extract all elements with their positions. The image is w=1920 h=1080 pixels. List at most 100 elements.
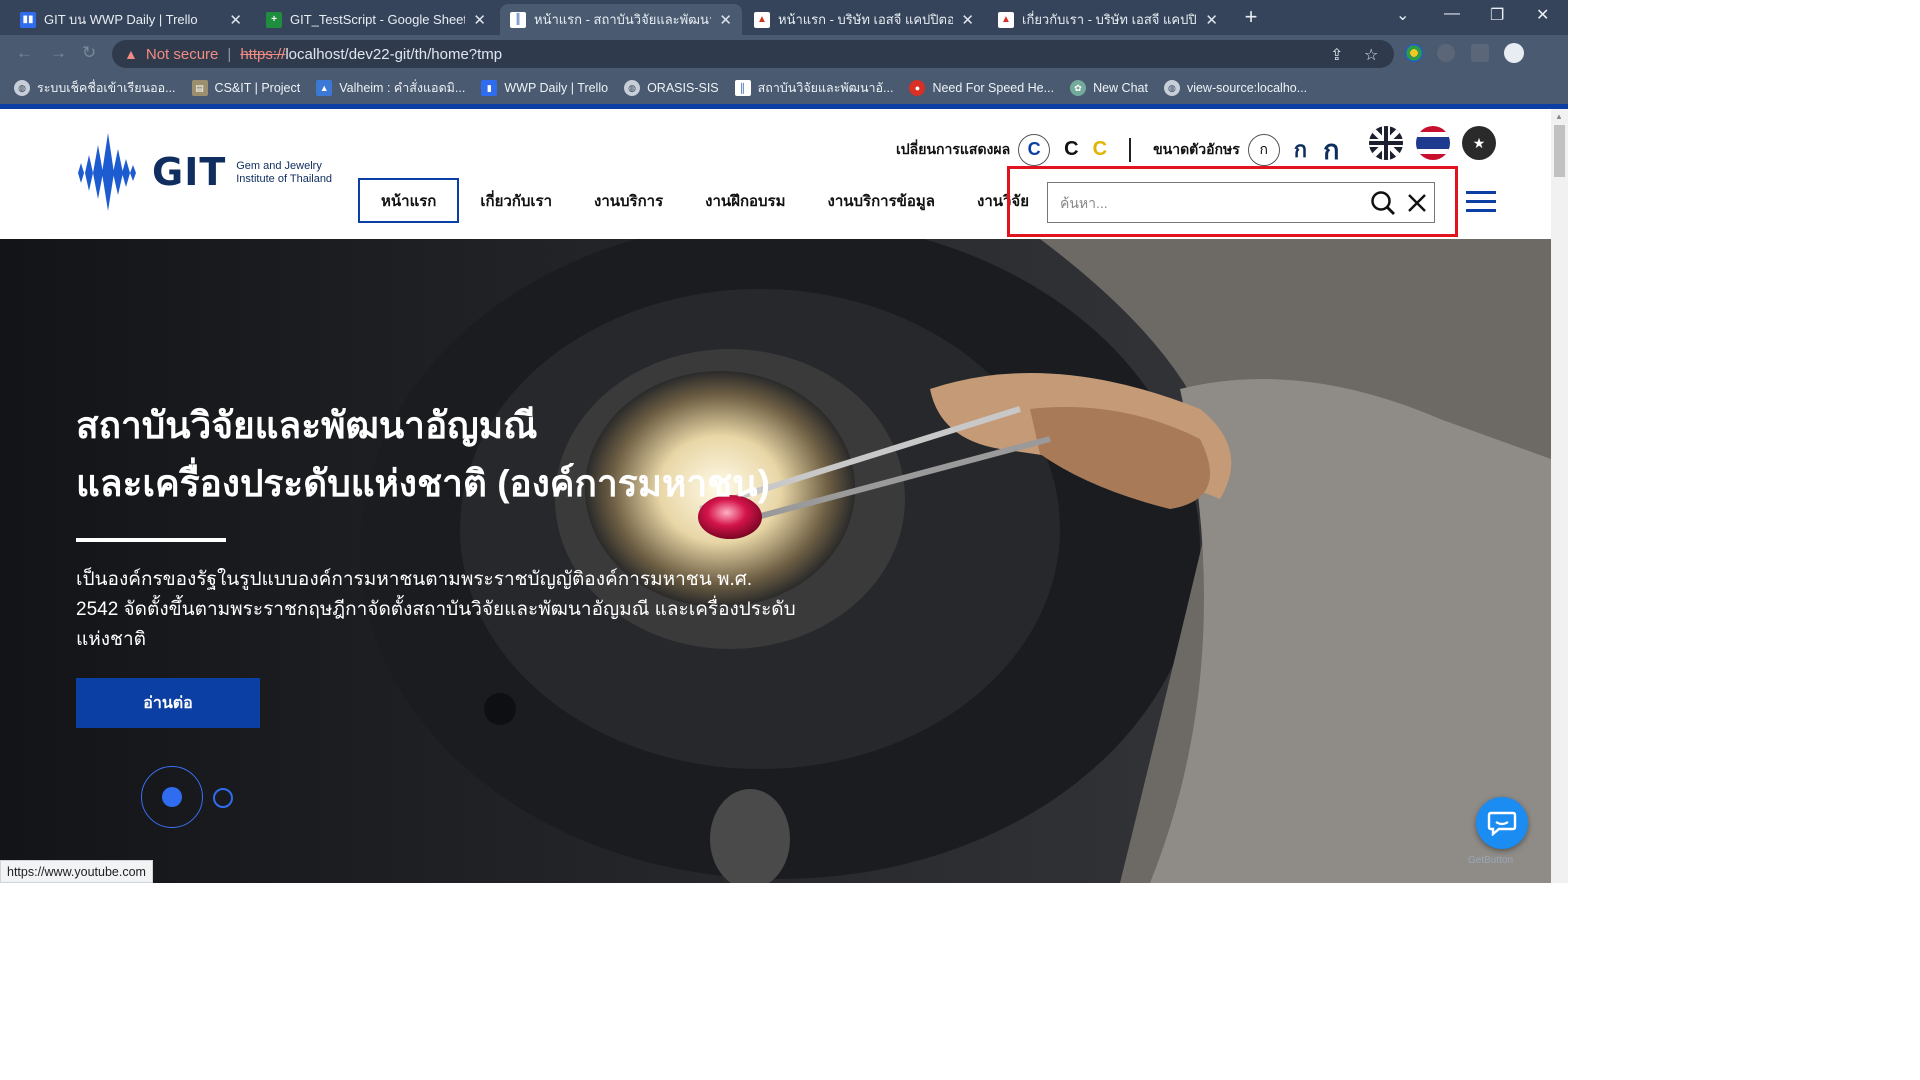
sidepanel-icon[interactable] bbox=[1471, 44, 1489, 62]
font-size-small-button[interactable]: ก bbox=[1247, 133, 1280, 166]
slider-dot-active[interactable] bbox=[141, 766, 203, 828]
bookmark-item[interactable]: ▮ WWP Daily | Trello bbox=[481, 80, 608, 96]
browser-tab-active[interactable]: ║ หน้าแรก - สถาบันวิจัยและพัฒนาอัญมณี ✕ bbox=[500, 4, 742, 35]
tab-search-icon[interactable]: ⌄ bbox=[1396, 5, 1409, 25]
display-mode-label: เปลี่ยนการแสดงผล bbox=[896, 140, 1011, 157]
browser-tab-bar: ▮▮ GIT บน WWP Daily | Trello ✕ + GIT_Tes… bbox=[0, 0, 1568, 35]
nav-training[interactable]: งานฝึกอบรม bbox=[684, 178, 806, 223]
bookmark-item[interactable]: ✿ New Chat bbox=[1070, 80, 1148, 96]
search-input[interactable] bbox=[1048, 194, 1366, 211]
hero-title: สถาบันวิจัยและพัฒนาอัญมณี และเครื่องประด… bbox=[76, 397, 856, 513]
extension-icon[interactable] bbox=[1405, 44, 1423, 62]
nav-home[interactable]: หน้าแรก bbox=[358, 178, 460, 223]
bookmark-item[interactable]: ▲ Valheim : คำสั่งแอดมิ... bbox=[316, 78, 465, 98]
close-tab-icon[interactable]: ✕ bbox=[473, 11, 486, 29]
uk-flag-icon[interactable] bbox=[1369, 126, 1403, 160]
divider: | bbox=[227, 45, 232, 63]
reload-icon[interactable]: ↻ bbox=[82, 43, 96, 63]
nav-info-services[interactable]: งานบริการข้อมูล bbox=[807, 178, 956, 223]
font-size-large-button[interactable]: ก bbox=[1323, 128, 1339, 171]
globe-icon: ◍ bbox=[14, 80, 30, 96]
bookmark-item[interactable]: ▤ CS&IT | Project bbox=[191, 80, 301, 96]
restore-button[interactable]: ❐ bbox=[1490, 5, 1504, 25]
getbutton-credit[interactable]: GetButton bbox=[1468, 855, 1513, 866]
profile-avatar[interactable] bbox=[1504, 43, 1524, 63]
minimize-button[interactable]: — bbox=[1444, 5, 1460, 23]
scroll-up-icon[interactable]: ▲ bbox=[1555, 112, 1563, 121]
bookmark-label: view-source:localho... bbox=[1186, 81, 1308, 95]
chat-ai-icon: ✿ bbox=[1070, 80, 1087, 96]
warning-icon[interactable]: ▲ bbox=[124, 46, 138, 62]
url-scheme: https:// bbox=[240, 45, 286, 63]
logo-subtitle: Gem and Jewelry Institute of Thailand bbox=[236, 160, 332, 186]
search-icon[interactable] bbox=[1366, 186, 1400, 220]
close-window-button[interactable]: ✕ bbox=[1536, 5, 1549, 25]
china-flag-icon[interactable]: ★ bbox=[1462, 126, 1496, 160]
main-nav: หน้าแรก เกี่ยวกับเรา งานบริการ งานฝึกอบร… bbox=[358, 178, 1050, 223]
bookmark-label: Valheim : คำสั่งแอดมิ... bbox=[339, 81, 466, 95]
slider-dot[interactable] bbox=[213, 788, 233, 808]
share-icon[interactable]: ⇪ bbox=[1330, 45, 1343, 65]
hero-banner: สถาบันวิจัยและพัฒนาอัญมณี และเครื่องประด… bbox=[0, 239, 1551, 883]
bookmark-item[interactable]: ◍ view-source:localho... bbox=[1163, 80, 1308, 96]
trello-icon: ▮ bbox=[481, 80, 498, 96]
forward-icon[interactable]: → bbox=[50, 43, 67, 63]
divider bbox=[1129, 137, 1132, 162]
contrast-normal-button[interactable]: C bbox=[1018, 133, 1051, 166]
nav-about[interactable]: เกี่ยวกับเรา bbox=[459, 178, 573, 223]
close-tab-icon[interactable]: ✕ bbox=[961, 11, 974, 29]
read-more-button[interactable]: อ่านต่อ bbox=[76, 678, 260, 728]
bookmark-item[interactable]: ● Need For Speed He... bbox=[909, 80, 1054, 96]
extensions-puzzle-icon[interactable] bbox=[1437, 44, 1455, 62]
browser-tab[interactable]: ▲ เกี่ยวกับเรา - บริษัท เอสจี แคปปิตอล จ… bbox=[988, 4, 1228, 35]
contrast-yellow-button[interactable]: C bbox=[1093, 138, 1107, 161]
not-secure-label[interactable]: Not secure bbox=[146, 46, 219, 63]
bookmark-label: WWP Daily | Trello bbox=[504, 81, 609, 95]
chat-bubble-icon bbox=[1487, 811, 1517, 836]
logo-subtitle-line: Gem and Jewelry bbox=[236, 160, 322, 172]
back-icon[interactable]: ← bbox=[16, 43, 33, 63]
new-tab-button[interactable]: + bbox=[1238, 5, 1264, 31]
browser-tab[interactable]: + GIT_TestScript - Google Sheets ✕ bbox=[256, 4, 496, 35]
bookmark-label: CS&IT | Project bbox=[214, 81, 301, 95]
menu-icon[interactable] bbox=[1466, 191, 1496, 213]
sheets-icon: + bbox=[266, 11, 282, 28]
git-logo-icon: ║ bbox=[734, 80, 751, 96]
bookmark-item[interactable]: ◍ ORASIS-SIS bbox=[624, 80, 719, 96]
close-tab-icon[interactable]: ✕ bbox=[229, 11, 242, 29]
page-scrollbar[interactable]: ▲ bbox=[1551, 109, 1568, 883]
close-tab-icon[interactable]: ✕ bbox=[719, 11, 732, 29]
bookmarks-bar: ◍ ระบบเช็คชื่อเข้าเรียนออ... ▤ CS&IT | Pro… bbox=[0, 72, 1568, 104]
browser-tab[interactable]: ▲ หน้าแรก - บริษัท เอสจี แคปปิตอล จำกัด … bbox=[744, 4, 984, 35]
git-logo-icon bbox=[78, 133, 136, 211]
nav-services[interactable]: งานบริการ bbox=[573, 178, 684, 223]
nfs-icon: ● bbox=[909, 80, 926, 96]
scrollbar-thumb[interactable] bbox=[1554, 125, 1565, 177]
bookmark-star-icon[interactable]: ☆ bbox=[1364, 45, 1378, 65]
bookmark-label: New Chat bbox=[1093, 81, 1148, 95]
globe-icon: ◍ bbox=[624, 80, 641, 96]
tab-title: GIT บน WWP Daily | Trello bbox=[44, 12, 198, 27]
close-tab-icon[interactable]: ✕ bbox=[1205, 11, 1218, 29]
contrast-dark-button[interactable]: C bbox=[1064, 138, 1078, 161]
bookmark-label: ORASIS-SIS bbox=[647, 81, 719, 95]
globe-icon: ◍ bbox=[1163, 80, 1180, 96]
thai-flag-icon[interactable] bbox=[1416, 126, 1450, 160]
bookmark-label: Need For Speed He... bbox=[932, 81, 1055, 95]
url-text: localhost/dev22-git/th/home?tmp bbox=[285, 45, 503, 63]
browser-tab[interactable]: ▮▮ GIT บน WWP Daily | Trello ✕ bbox=[10, 4, 252, 35]
hero-title-line: และเครื่องประดับแห่งชาติ (องค์การมหาชน) bbox=[76, 463, 770, 504]
logo-subtitle-line: Institute of Thailand bbox=[236, 173, 333, 185]
omnibox[interactable]: ▲ Not secure | https:// localhost/dev22-… bbox=[112, 40, 1394, 68]
site-header: GIT Gem and Jewelry Institute of Thailan… bbox=[0, 109, 1551, 239]
chat-widget-button[interactable] bbox=[1476, 797, 1528, 849]
close-icon[interactable] bbox=[1400, 186, 1434, 220]
tab-title: GIT_TestScript - Google Sheets bbox=[290, 12, 466, 27]
font-size-medium-button[interactable]: ก bbox=[1294, 132, 1307, 167]
site-logo[interactable]: GIT Gem and Jewelry Institute of Thailan… bbox=[76, 133, 332, 211]
bookmark-item[interactable]: ║ สถาบันวิจัยและพัฒนาอั... bbox=[734, 78, 893, 98]
status-bar-url: https://www.youtube.com bbox=[0, 860, 153, 883]
bookmark-item[interactable]: ◍ ระบบเช็คชื่อเข้าเรียนออ... bbox=[14, 78, 176, 98]
sg-logo-icon: ▲ bbox=[754, 11, 770, 28]
tab-title: เกี่ยวกับเรา - บริษัท เอสจี แคปปิตอล จำก… bbox=[1022, 12, 1197, 27]
